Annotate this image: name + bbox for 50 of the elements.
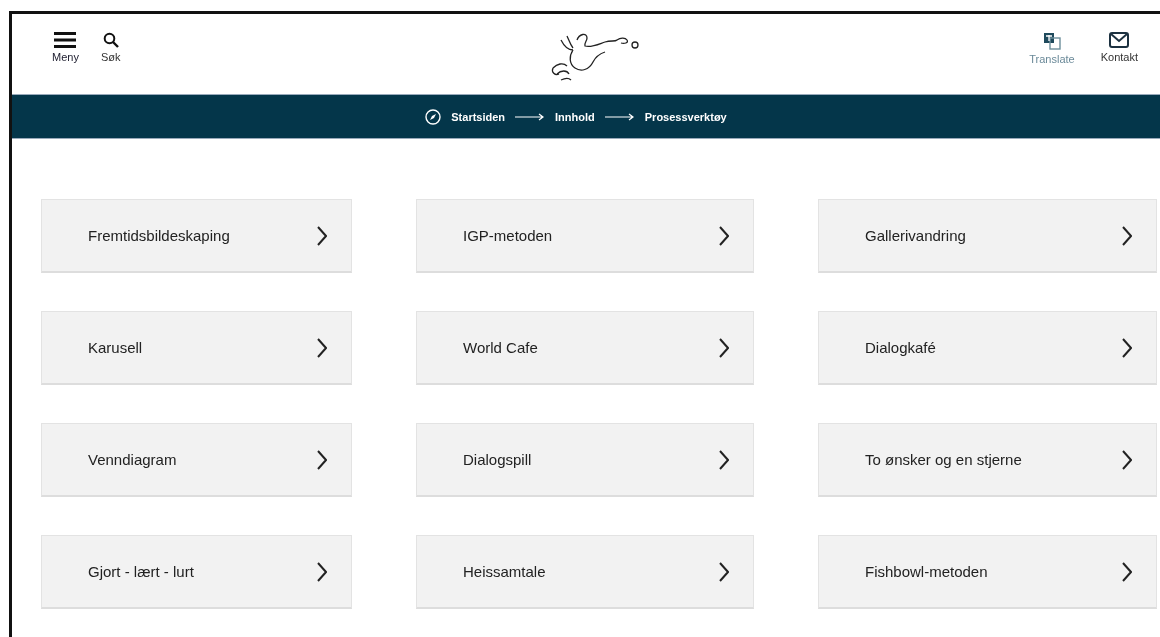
chevron-right-icon bbox=[317, 449, 327, 470]
card-title: Fishbowl-metoden bbox=[865, 563, 988, 580]
tool-card[interactable]: World Cafe bbox=[416, 311, 754, 385]
card-title: Karusell bbox=[88, 339, 143, 356]
card-title: Gallerivandring bbox=[865, 227, 966, 244]
arrow-icon bbox=[515, 112, 546, 121]
contact-button[interactable]: Kontakt bbox=[1100, 32, 1138, 65]
translate-icon bbox=[1042, 32, 1061, 50]
chevron-right-icon bbox=[1122, 225, 1132, 246]
chevron-right-icon bbox=[317, 225, 327, 246]
tool-card[interactable]: Karusell bbox=[41, 311, 352, 385]
card-title: Gjort - lært - lurt bbox=[88, 563, 194, 580]
search-icon bbox=[102, 32, 119, 48]
search-button[interactable]: Søk bbox=[100, 32, 121, 63]
tool-card[interactable]: Heissamtale bbox=[416, 535, 754, 609]
chevron-right-icon bbox=[1122, 337, 1132, 358]
tool-card[interactable]: Dialogkafé bbox=[818, 311, 1157, 385]
tool-card[interactable]: Gjort - lært - lurt bbox=[41, 535, 352, 609]
tool-card[interactable]: Dialogspill bbox=[416, 423, 754, 497]
card-title: Dialogkafé bbox=[865, 339, 936, 356]
card-title: World Cafe bbox=[463, 339, 538, 356]
card-title: Venndiagram bbox=[88, 451, 177, 468]
menu-button[interactable]: Meny bbox=[52, 32, 79, 63]
card-title: Fremtidsbildeskaping bbox=[88, 227, 230, 244]
menu-icon bbox=[54, 32, 77, 48]
tool-card[interactable]: Venndiagram bbox=[41, 423, 352, 497]
chevron-right-icon bbox=[719, 225, 729, 246]
chevron-right-icon bbox=[1122, 449, 1132, 470]
breadcrumb-link[interactable]: Innhold bbox=[555, 110, 595, 123]
tool-card[interactable]: To ønsker og en stjerne bbox=[818, 423, 1157, 497]
card-title: Heissamtale bbox=[463, 563, 546, 580]
card-title: To ønsker og en stjerne bbox=[865, 451, 1022, 468]
arrow-icon bbox=[604, 112, 635, 121]
breadcrumb-link[interactable]: Startsiden bbox=[451, 110, 506, 123]
breadcrumb-link[interactable]: Prosessverktøy bbox=[644, 110, 727, 123]
tool-card[interactable]: Fishbowl-metoden bbox=[818, 535, 1157, 609]
translate-button[interactable]: Translate bbox=[1029, 32, 1075, 65]
tool-card[interactable]: Gallerivandring bbox=[818, 199, 1157, 273]
chevron-right-icon bbox=[317, 337, 327, 358]
compass-icon bbox=[425, 108, 442, 125]
chevron-right-icon bbox=[719, 449, 729, 470]
mail-icon bbox=[1109, 32, 1130, 48]
card-title: Dialogspill bbox=[463, 451, 532, 468]
card-title: IGP-metoden bbox=[463, 227, 553, 244]
tool-card[interactable]: IGP-metoden bbox=[416, 199, 754, 273]
chevron-right-icon bbox=[317, 561, 327, 582]
chevron-right-icon bbox=[719, 337, 729, 358]
chevron-right-icon bbox=[719, 561, 729, 582]
tool-card[interactable]: Fremtidsbildeskaping bbox=[41, 199, 352, 273]
chevron-right-icon bbox=[1122, 561, 1132, 582]
